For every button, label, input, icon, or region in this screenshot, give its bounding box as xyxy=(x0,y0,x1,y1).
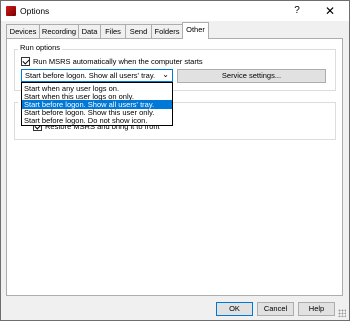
title-bar: Options ? ✕ xyxy=(1,1,349,21)
app-icon xyxy=(6,6,16,16)
run-options-label: Run options xyxy=(18,43,63,52)
service-settings-button[interactable]: Service settings... xyxy=(177,69,326,83)
run-mode-value: Start before logon. Show all users' tray… xyxy=(25,71,156,80)
cancel-button[interactable]: Cancel xyxy=(257,302,294,316)
tab-send[interactable]: Send xyxy=(125,24,152,38)
dropdown-option[interactable]: Start before logon. Do not show icon. xyxy=(22,116,172,125)
help-icon[interactable]: ? xyxy=(289,3,305,19)
resize-grip-icon[interactable] xyxy=(338,309,346,317)
tab-other[interactable]: Other xyxy=(182,22,209,39)
ok-button[interactable]: OK xyxy=(216,302,253,316)
close-icon[interactable]: ✕ xyxy=(320,3,340,19)
tab-data[interactable]: Data xyxy=(78,24,101,38)
tab-folders[interactable]: Folders xyxy=(151,24,183,38)
run-mode-dropdown: Start when any user logs on. Start when … xyxy=(21,82,173,126)
auto-run-label[interactable]: Run MSRS automatically when the computer… xyxy=(33,57,203,66)
tab-files[interactable]: Files xyxy=(100,24,126,38)
tab-devices[interactable]: Devices xyxy=(6,24,40,38)
window-title: Options xyxy=(20,6,50,16)
help-button[interactable]: Help xyxy=(298,302,335,316)
tab-recording[interactable]: Recording xyxy=(39,24,79,38)
options-dialog: Options ? ✕ Devices Recording Data Files… xyxy=(0,0,350,321)
run-mode-select[interactable]: Start before logon. Show all users' tray… xyxy=(21,69,173,82)
auto-run-checkbox[interactable] xyxy=(21,57,30,66)
chevron-down-icon[interactable]: ⌄ xyxy=(162,70,169,79)
